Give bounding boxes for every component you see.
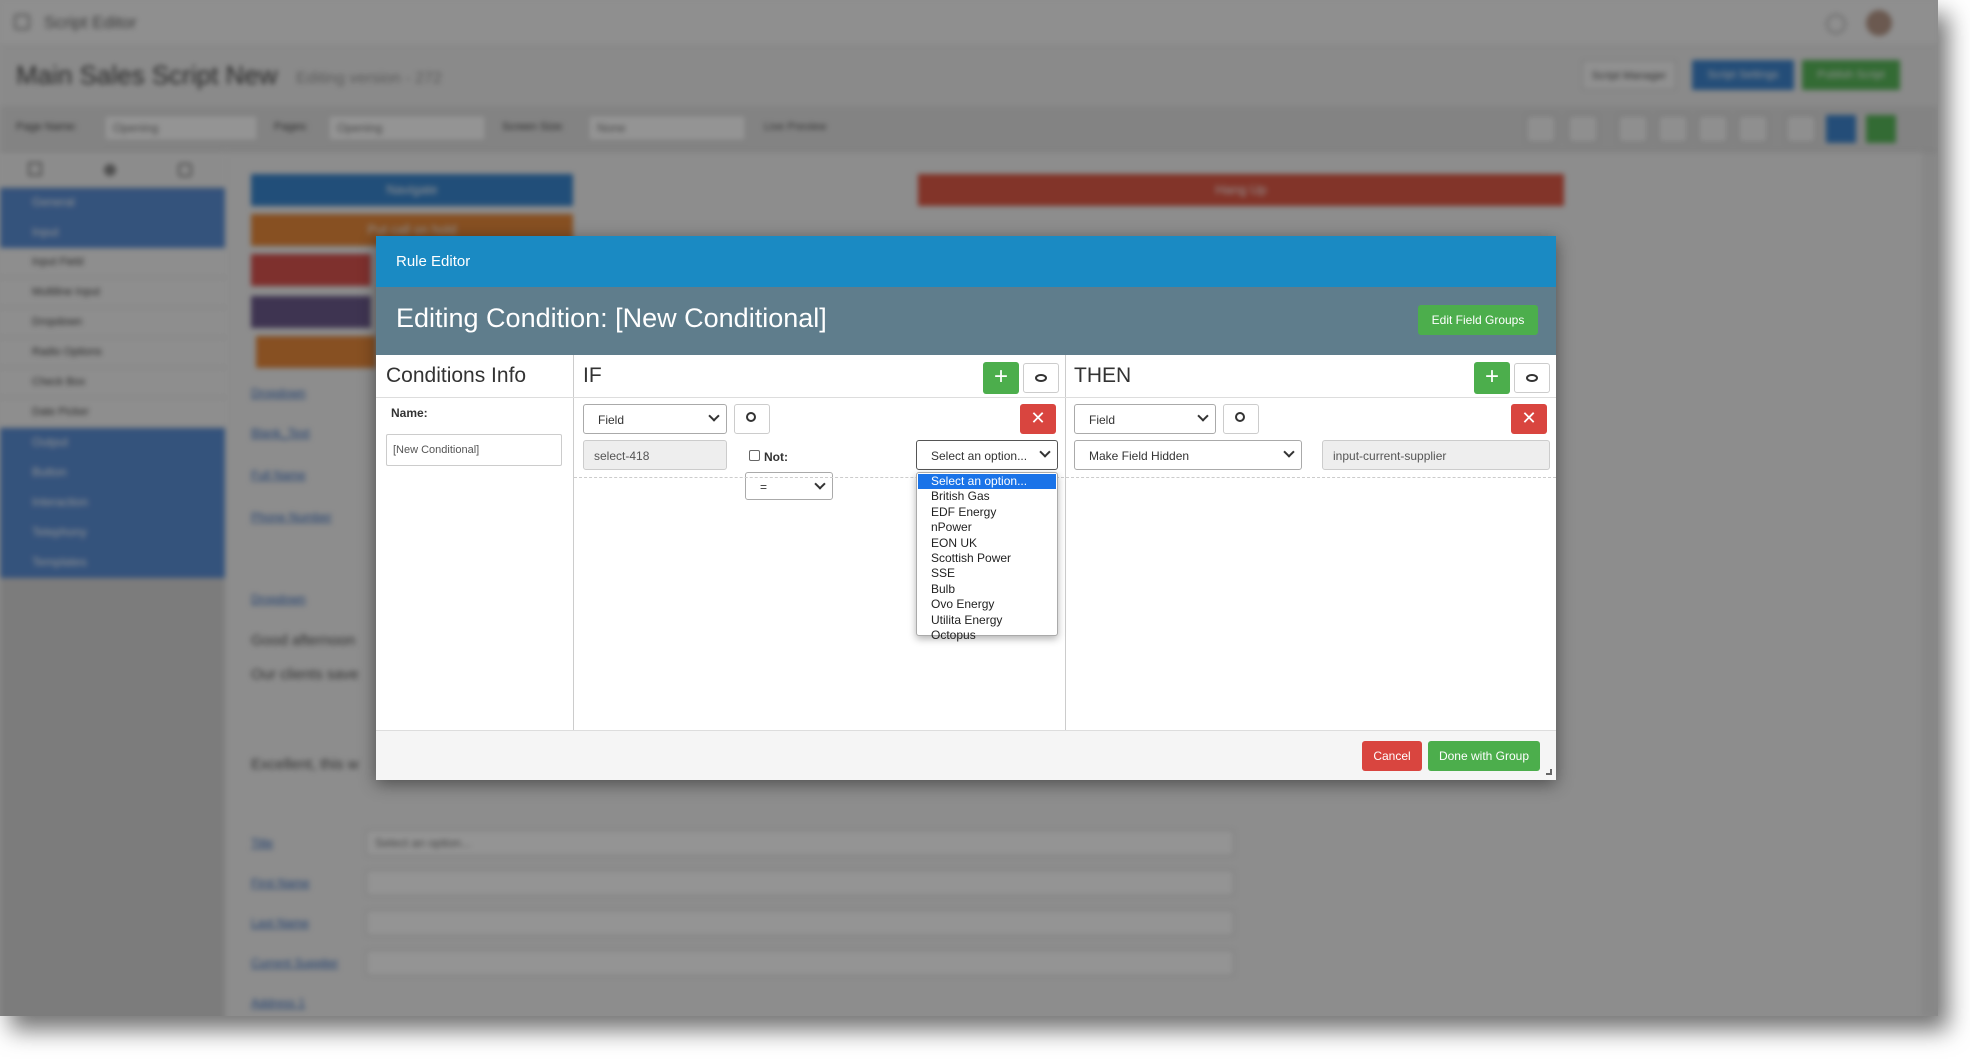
search-icon	[1235, 412, 1245, 422]
value-options-list: Select an option... British Gas EDF Ener…	[916, 472, 1058, 642]
option-utilita-energy[interactable]: Utilita Energy	[918, 613, 1056, 628]
add-condition-button[interactable]: +	[983, 362, 1019, 394]
option-british-gas[interactable]: British Gas	[918, 489, 1056, 504]
search-icon	[746, 412, 756, 422]
name-label: Name:	[391, 406, 428, 420]
option-sse[interactable]: SSE	[918, 566, 1056, 581]
option-npower[interactable]: nPower	[918, 520, 1056, 535]
operator-select-value: =	[760, 480, 768, 494]
chevron-down-icon	[1197, 410, 1209, 422]
chevron-down-icon	[1039, 446, 1051, 458]
then-action-select-value: Make Field Hidden	[1089, 449, 1190, 463]
divider-left	[573, 355, 574, 730]
cancel-button[interactable]: Cancel	[1362, 741, 1422, 771]
editing-condition-title: Editing Condition: [New Conditional]	[396, 303, 827, 333]
if-field-value: select-418	[583, 440, 727, 470]
option-bulb[interactable]: Bulb	[918, 582, 1056, 597]
modal-footer: Cancel Done with Group	[376, 730, 1556, 780]
remove-if-button[interactable]: ✕	[1020, 404, 1056, 434]
section-header-line	[376, 397, 1556, 398]
option-select-an-option[interactable]: Select an option...	[918, 474, 1056, 490]
if-type-select-value: Field	[598, 413, 625, 427]
option-ovo-energy[interactable]: Ovo Energy	[918, 597, 1056, 612]
then-action-select[interactable]: Make Field Hidden	[1074, 440, 1302, 470]
then-search-button[interactable]	[1223, 404, 1259, 434]
if-search-button[interactable]	[734, 404, 770, 434]
not-label: Not:	[764, 450, 788, 464]
chevron-down-icon	[708, 410, 720, 422]
modal-subtitle: Editing Condition: [New Conditional] Edi…	[376, 287, 1556, 355]
eye-icon	[1526, 374, 1538, 382]
option-scottish-power[interactable]: Scottish Power	[918, 551, 1056, 566]
not-checkbox[interactable]	[749, 450, 760, 461]
if-title: IF	[583, 364, 602, 387]
chevron-down-icon	[814, 478, 826, 490]
modal-header: Rule Editor	[376, 236, 1556, 287]
condition-name-input[interactable]: [New Conditional]	[386, 434, 562, 466]
add-action-button[interactable]: +	[1474, 362, 1510, 394]
conditions-info-title: Conditions Info	[386, 364, 527, 387]
if-value-select-value: Select an option...	[931, 449, 1028, 463]
edit-field-groups-button[interactable]: Edit Field Groups	[1418, 305, 1538, 335]
then-row-divider	[1066, 477, 1556, 478]
preview-then-button[interactable]	[1514, 363, 1550, 393]
if-value-select[interactable]: Select an option...	[916, 440, 1058, 470]
resize-handle-icon[interactable]	[1546, 769, 1552, 775]
divider-right	[1065, 355, 1066, 730]
if-type-select[interactable]: Field	[583, 404, 727, 434]
then-target-value: input-current-supplier	[1322, 440, 1550, 470]
app-window: Script Editor Main Sales Script New Edit…	[0, 0, 1938, 1016]
done-with-group-button[interactable]: Done with Group	[1428, 741, 1540, 771]
option-octopus[interactable]: Octopus	[918, 628, 1056, 643]
rule-editor-modal: Rule Editor Editing Condition: [New Cond…	[376, 236, 1556, 780]
then-type-select[interactable]: Field	[1074, 404, 1216, 434]
eye-icon	[1035, 374, 1047, 382]
then-type-select-value: Field	[1089, 413, 1116, 427]
then-title: THEN	[1074, 364, 1132, 387]
option-eon-uk[interactable]: EON UK	[918, 536, 1056, 551]
preview-if-button[interactable]	[1023, 363, 1059, 393]
option-edf-energy[interactable]: EDF Energy	[918, 505, 1056, 520]
remove-then-button[interactable]: ✕	[1511, 404, 1547, 434]
chevron-down-icon	[1283, 446, 1295, 458]
